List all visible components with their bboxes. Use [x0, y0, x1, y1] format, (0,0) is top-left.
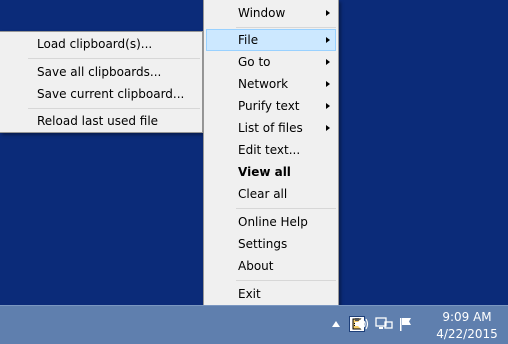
menu-separator: [28, 58, 200, 59]
menu-item-window[interactable]: Window: [206, 2, 336, 24]
menu-item-load-clipboards[interactable]: Load clipboard(s)...: [2, 33, 200, 55]
menu-item-go-to[interactable]: Go to: [206, 51, 336, 73]
menu-item-label: Settings: [238, 237, 288, 251]
menu-separator: [236, 27, 336, 28]
menu-item-label: Save current clipboard...: [37, 87, 185, 101]
menu-item-label: Save all clipboards...: [37, 65, 162, 79]
menu-item-label: Purify text: [238, 99, 300, 113]
menu-item-file[interactable]: File: [206, 29, 336, 51]
menu-item-label: Network: [238, 77, 289, 91]
menu-item-label: Online Help: [238, 215, 308, 229]
menu-item-view-all[interactable]: View all: [206, 161, 336, 183]
tray-context-menu: Window File Go to Network Purify text Li…: [203, 0, 339, 308]
submenu-arrow-icon: [326, 125, 330, 131]
menu-item-list-of-files[interactable]: List of files: [206, 117, 336, 139]
menu-separator: [236, 280, 336, 281]
menu-item-label: Clear all: [238, 187, 288, 201]
menu-item-label: Load clipboard(s)...: [37, 37, 153, 51]
menu-separator: [28, 108, 200, 109]
taskbar-clock[interactable]: 9:09 AM 4/22/2015: [430, 309, 504, 343]
menu-item-about[interactable]: About: [206, 255, 336, 277]
network-icon[interactable]: [375, 317, 393, 331]
menu-item-label: Go to: [238, 55, 271, 69]
menu-item-exit[interactable]: Exit: [206, 283, 336, 305]
file-submenu: Load clipboard(s)... Save all clipboards…: [0, 31, 203, 133]
chevron-up-icon[interactable]: [330, 317, 342, 331]
menu-item-label: View all: [238, 165, 291, 179]
menu-item-reload-last-used-file[interactable]: Reload last used file: [2, 110, 200, 132]
menu-item-label: Edit text...: [238, 143, 301, 157]
menu-item-label: Reload last used file: [37, 114, 159, 128]
menu-item-label: File: [238, 33, 259, 47]
menu-item-purify-text[interactable]: Purify text: [206, 95, 336, 117]
action-center-flag-icon[interactable]: [398, 317, 414, 331]
clock-time: 9:09 AM: [442, 310, 492, 324]
taskbar: 9:09 AM 4/22/2015: [0, 305, 508, 344]
menu-item-label: Window: [238, 6, 286, 20]
menu-item-clear-all[interactable]: Clear all: [206, 183, 336, 205]
submenu-arrow-icon: [326, 10, 330, 16]
menu-item-network[interactable]: Network: [206, 73, 336, 95]
menu-item-label: About: [238, 259, 274, 273]
menu-item-label: Exit: [238, 287, 261, 301]
submenu-arrow-icon: [326, 81, 330, 87]
menu-item-online-help[interactable]: Online Help: [206, 211, 336, 233]
menu-item-label: List of files: [238, 121, 303, 135]
menu-item-settings[interactable]: Settings: [206, 233, 336, 255]
menu-item-save-all-clipboards[interactable]: Save all clipboards...: [2, 61, 200, 83]
menu-separator: [236, 208, 336, 209]
submenu-arrow-icon: [326, 37, 330, 43]
submenu-arrow-icon: [326, 103, 330, 109]
menu-item-edit-text[interactable]: Edit text...: [206, 139, 336, 161]
clock-date: 4/22/2015: [436, 327, 498, 341]
speaker-glyph: [354, 317, 370, 331]
submenu-arrow-icon: [326, 59, 330, 65]
menu-item-save-current-clipboard[interactable]: Save current clipboard...: [2, 83, 200, 105]
